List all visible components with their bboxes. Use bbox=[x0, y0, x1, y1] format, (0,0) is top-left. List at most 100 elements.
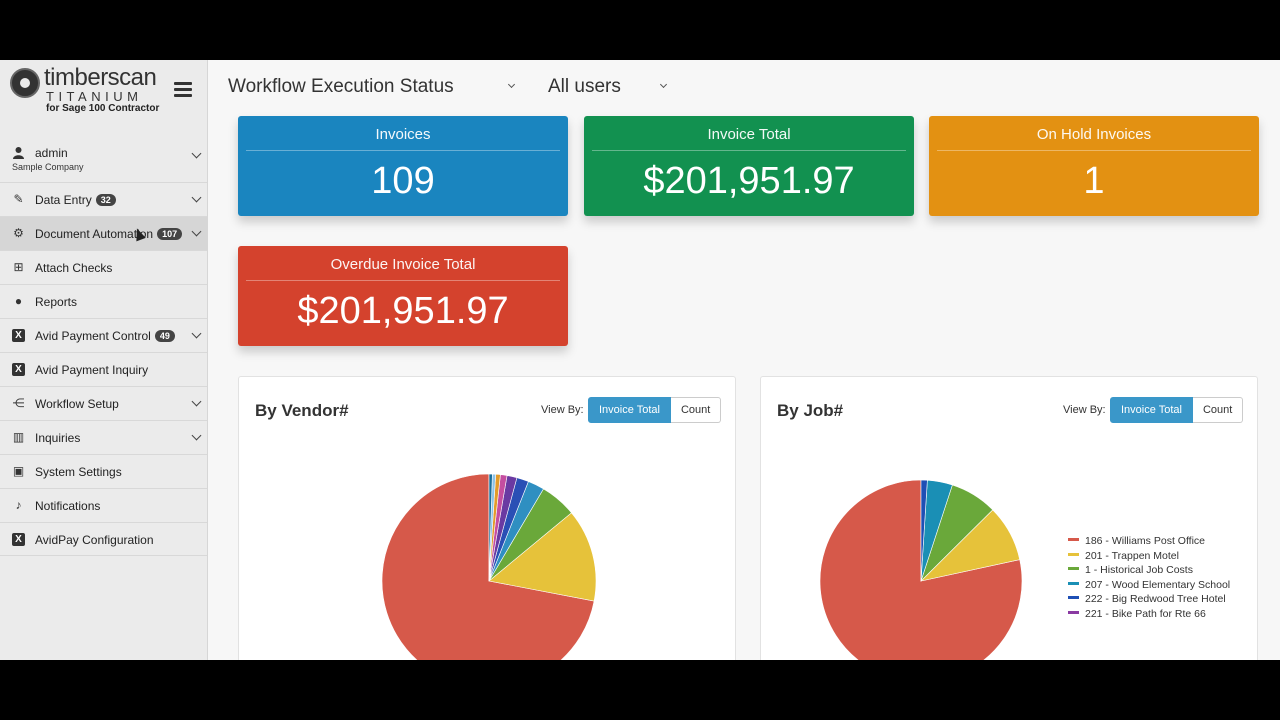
letterbox-bottom bbox=[0, 660, 1280, 720]
attach-checks-icon: ⊞ bbox=[13, 260, 24, 274]
sidebar-item-label: Avid Payment Inquiry bbox=[35, 363, 149, 377]
x-icon: X bbox=[12, 329, 25, 342]
status-filter-label: Workflow Execution Status bbox=[228, 76, 454, 97]
legend-label: 1 - Historical Job Costs bbox=[1085, 564, 1193, 576]
count-button[interactable]: Count bbox=[1192, 397, 1244, 423]
main-content: Workflow Execution Status All users Invo… bbox=[208, 60, 1280, 660]
card-value: 1 bbox=[1083, 160, 1105, 202]
users-filter-dropdown[interactable]: All users bbox=[548, 76, 668, 98]
settings-icon: ▣ bbox=[12, 464, 25, 478]
card-title: Invoices bbox=[375, 126, 431, 143]
status-filter-dropdown[interactable]: Workflow Execution Status bbox=[228, 76, 516, 98]
legend-swatch bbox=[1068, 581, 1079, 585]
letterbox-top bbox=[0, 0, 1280, 60]
card-title: Overdue Invoice Total bbox=[330, 256, 476, 273]
sidebar-item-avid-payment-control[interactable]: X Avid Payment Control 49 bbox=[0, 318, 207, 352]
sidebar-item-label: AvidPay Configuration bbox=[35, 533, 154, 547]
sidebar-item-avidpay-configuration[interactable]: X AvidPay Configuration bbox=[0, 522, 207, 556]
gear-icon: ⚙ bbox=[13, 226, 24, 240]
vendor-pie-chart[interactable] bbox=[381, 473, 597, 660]
legend-swatch bbox=[1068, 610, 1079, 614]
chevron-down-icon bbox=[659, 80, 668, 89]
x-icon: X bbox=[12, 533, 25, 546]
bell-icon: ♪ bbox=[15, 498, 22, 512]
app-window: timberscan TITANIUM for Sage 100 Contrac… bbox=[0, 60, 1280, 660]
sidebar-item-label: Avid Payment Control bbox=[35, 329, 151, 343]
invoice-total-button[interactable]: Invoice Total bbox=[1110, 397, 1193, 423]
overdue-total-card[interactable]: Overdue Invoice Total $201,951.97 bbox=[238, 246, 568, 346]
legend-item[interactable]: 222 - Big Redwood Tree Hotel bbox=[1068, 593, 1230, 608]
legend-label: 207 - Wood Elementary School bbox=[1085, 578, 1231, 591]
sidebar-item-label: Workflow Setup bbox=[35, 397, 119, 411]
by-job-panel: By Job# View By: Invoice Total Count 186… bbox=[760, 376, 1258, 660]
x-icon: X bbox=[12, 363, 25, 376]
count-badge: 32 bbox=[95, 194, 116, 206]
bar-chart-icon: ▥ bbox=[12, 430, 25, 444]
users-filter-label: All users bbox=[548, 76, 621, 97]
legend-swatch bbox=[1068, 538, 1079, 541]
invoices-card[interactable]: Invoices 109 bbox=[238, 116, 568, 216]
sidebar-item-label: Reports bbox=[35, 295, 78, 309]
sidebar-item-label: Attach Checks bbox=[35, 261, 113, 275]
legend-label: 221 - Bike Path for Rte 66 bbox=[1085, 607, 1206, 620]
brand-sub: TITANIUM bbox=[46, 89, 143, 104]
workflow-icon: ⋲ bbox=[12, 396, 25, 410]
view-by-toggle: Invoice Total Count bbox=[588, 397, 722, 423]
legend-item[interactable]: 201 - Trappen Motel bbox=[1068, 550, 1230, 565]
chevron-down-icon bbox=[191, 226, 202, 237]
job-legend: 186 - Williams Post Office 201 - Trappen … bbox=[1068, 535, 1230, 622]
legend-item[interactable]: 1 - Historical Job Costs bbox=[1068, 564, 1230, 579]
sidebar-item-attach-checks[interactable]: ⊞ Attach Checks bbox=[0, 250, 207, 284]
card-title: On Hold Invoices bbox=[1036, 126, 1152, 143]
legend-label: 201 - Trappen Motel bbox=[1085, 549, 1179, 562]
chevron-down-icon bbox=[191, 192, 202, 203]
legend-label: 186 - Williams Post Office bbox=[1085, 535, 1206, 547]
card-value: $201,951.97 bbox=[297, 290, 509, 332]
view-by-label: View By: bbox=[541, 404, 584, 416]
pie-chart-icon: ● bbox=[14, 294, 23, 308]
legend-item[interactable]: 207 - Wood Elementary School bbox=[1068, 579, 1230, 594]
chevron-down-icon bbox=[191, 430, 202, 441]
brand-logo-icon bbox=[10, 68, 40, 98]
card-value: 109 bbox=[371, 160, 435, 202]
menu-toggle-icon[interactable] bbox=[174, 82, 192, 98]
user-name: admin bbox=[35, 146, 68, 160]
sidebar-item-label: System Settings bbox=[35, 465, 122, 479]
legend-label: 222 - Big Redwood Tree Hotel bbox=[1085, 593, 1226, 605]
chevron-down-icon bbox=[191, 396, 202, 407]
legend-item[interactable]: 221 - Bike Path for Rte 66 bbox=[1068, 608, 1230, 623]
count-button[interactable]: Count bbox=[670, 397, 722, 423]
sidebar-item-label: Data Entry bbox=[35, 193, 92, 207]
sidebar-item-avid-payment-inquiry[interactable]: X Avid Payment Inquiry bbox=[0, 352, 207, 386]
user-icon bbox=[13, 147, 24, 159]
count-badge: 49 bbox=[154, 330, 175, 342]
sidebar-item-label: Inquiries bbox=[35, 431, 81, 445]
card-value: $201,951.97 bbox=[643, 160, 855, 202]
sidebar-item-system-settings[interactable]: ▣ System Settings bbox=[0, 454, 207, 488]
invoice-total-card[interactable]: Invoice Total $201,951.97 bbox=[584, 116, 914, 216]
sidebar-item-reports[interactable]: ● Reports bbox=[0, 284, 207, 318]
sidebar-item-data-entry[interactable]: ✎ Data Entry 32 bbox=[0, 182, 207, 216]
job-pie-chart[interactable] bbox=[819, 479, 1023, 660]
brand-for: for Sage 100 Contractor bbox=[46, 103, 160, 114]
chevron-down-icon bbox=[507, 80, 516, 89]
sidebar-item-workflow-setup[interactable]: ⋲ Workflow Setup bbox=[0, 386, 207, 420]
panel-title: By Vendor# bbox=[255, 401, 349, 420]
legend-item[interactable]: 186 - Williams Post Office bbox=[1068, 535, 1230, 550]
edit-icon: ✎ bbox=[13, 192, 24, 206]
by-vendor-panel: By Vendor# View By: Invoice Total Count bbox=[238, 376, 736, 660]
view-by-label: View By: bbox=[1063, 404, 1106, 416]
user-menu[interactable]: admin Sample Company bbox=[0, 140, 207, 182]
invoice-total-button[interactable]: Invoice Total bbox=[588, 397, 671, 423]
on-hold-card[interactable]: On Hold Invoices 1 bbox=[929, 116, 1259, 216]
sidebar-item-document-automation[interactable]: ⚙ Document Automation 107 bbox=[0, 216, 207, 250]
sidebar-item-notifications[interactable]: ♪ Notifications bbox=[0, 488, 207, 522]
sidebar-item-inquiries[interactable]: ▥ Inquiries bbox=[0, 420, 207, 454]
card-title: Invoice Total bbox=[707, 126, 791, 143]
chevron-down-icon bbox=[191, 148, 202, 159]
legend-swatch bbox=[1068, 596, 1079, 599]
legend-swatch bbox=[1068, 567, 1079, 570]
count-badge: 107 bbox=[157, 228, 183, 240]
chevron-down-icon bbox=[191, 328, 202, 339]
sidebar-item-label: Notifications bbox=[35, 499, 101, 513]
